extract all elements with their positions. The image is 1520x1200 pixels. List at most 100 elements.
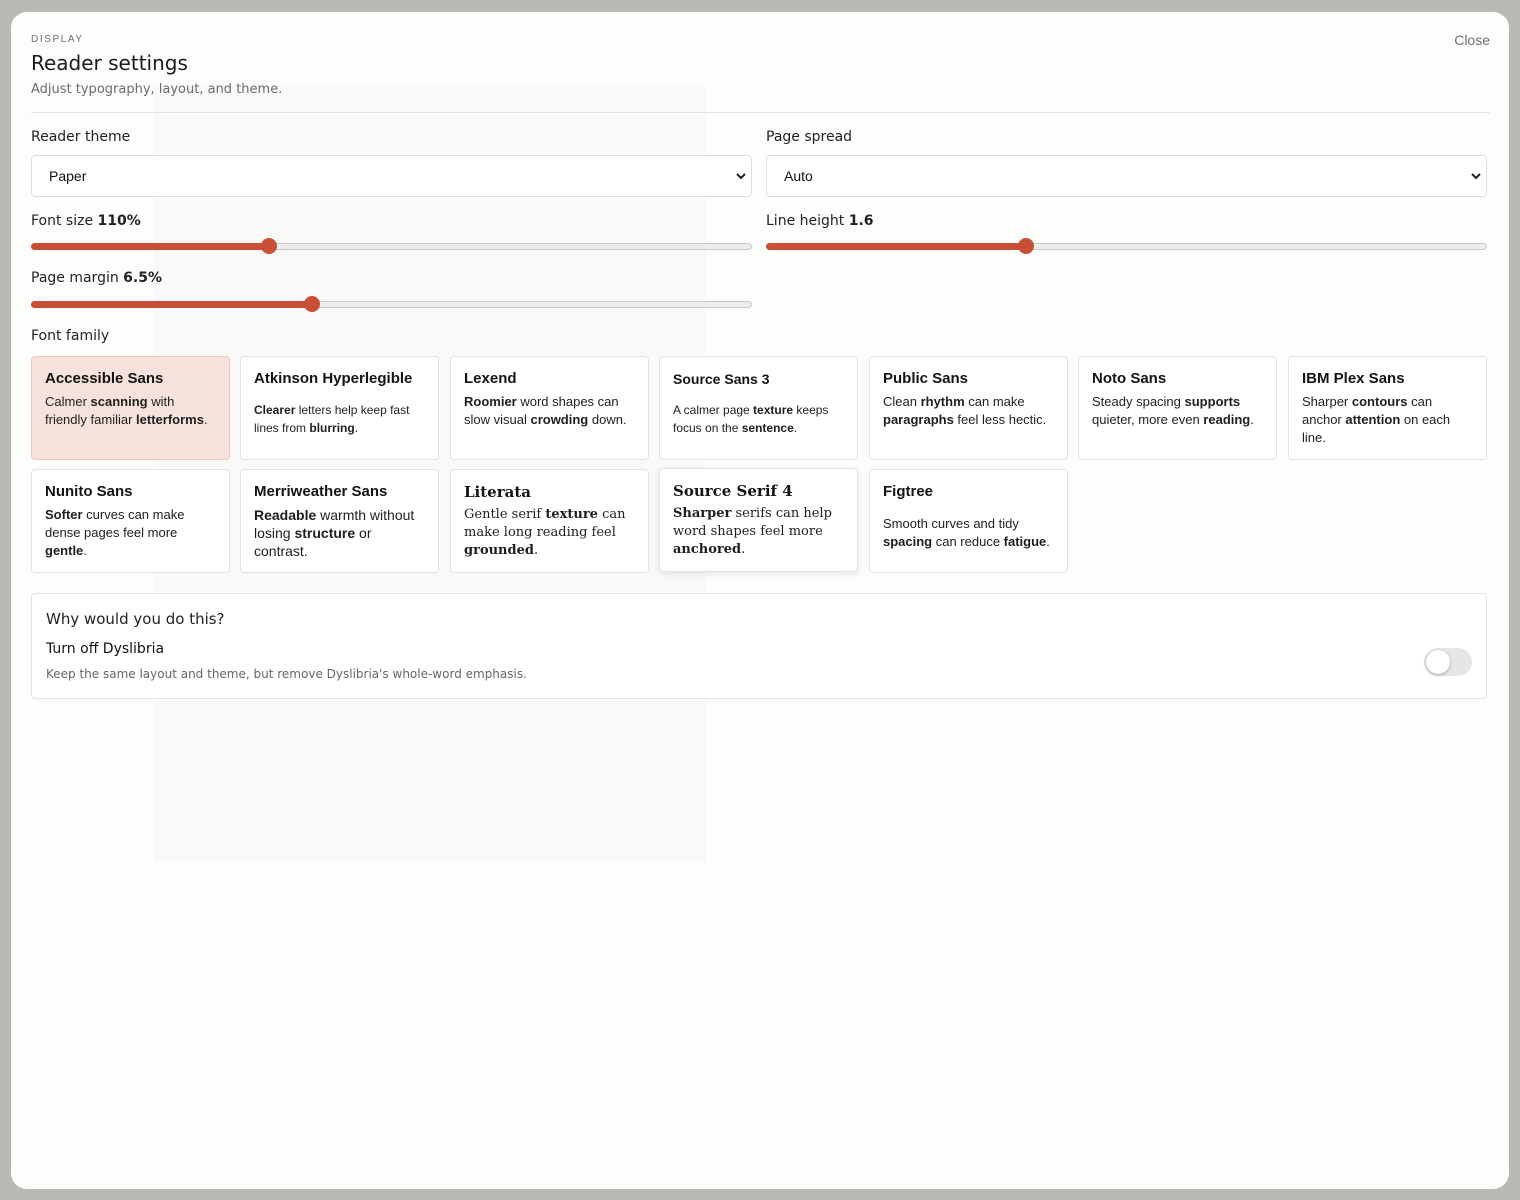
font-size-label: Font size 110% [31, 213, 141, 229]
slider-fill [31, 243, 269, 250]
emphasized-word: gentle [45, 543, 84, 558]
emphasized-word: blurring [309, 421, 355, 435]
dyslibria-toggle-panel: Why would you do this? Turn off Dyslibri… [31, 593, 1487, 699]
page-margin-slider[interactable] [31, 295, 752, 313]
font-card-public-sans[interactable]: Public Sans Clean rhythm can make paragr… [869, 356, 1068, 460]
font-size-label-text: Font size [31, 213, 94, 229]
header-divider [31, 112, 1490, 113]
emphasized-word: spacing [883, 534, 933, 549]
description-text: Sharper [1302, 394, 1352, 409]
dialog-title: Reader settings [31, 51, 188, 75]
line-height-label: Line height 1.6 [766, 213, 874, 229]
emphasized-word: Softer [45, 507, 83, 522]
emphasized-word: texture [753, 403, 794, 417]
dialog-subtitle: Adjust typography, layout, and theme. [31, 82, 283, 97]
page-margin-value: 6.5% [123, 270, 162, 286]
description-text: . [83, 543, 87, 558]
description-text: . [354, 421, 359, 435]
font-card-accessible-sans[interactable]: Accessible Sans Calmer scanning with fri… [31, 356, 230, 460]
toggle-description: Keep the same layout and theme, but remo… [46, 667, 527, 681]
font-card-description: Clearer letters help keep fast lines fro… [254, 401, 425, 437]
emphasized-word: paragraphs [883, 412, 954, 427]
font-card-name: Source Sans 3 [673, 371, 770, 387]
font-card-description: Gentle serif texture can make long readi… [464, 506, 635, 560]
description-text: feel less hectic. [953, 412, 1047, 427]
description-text: . [793, 421, 798, 435]
description-text: . [1250, 412, 1254, 427]
page-margin-label: Page margin 6.5% [31, 270, 162, 286]
line-height-slider[interactable] [766, 237, 1487, 255]
font-card-description: Softer curves can make dense pages feel … [45, 506, 216, 560]
font-card-figtree[interactable]: Figtree Smooth curves and tidy spacing c… [869, 469, 1068, 573]
toggle-knob [1426, 650, 1450, 674]
description-text: . [203, 412, 208, 427]
description-text: can make [964, 394, 1025, 409]
description-text: Smooth curves and tidy [883, 516, 1019, 531]
description-text: . [741, 542, 746, 557]
font-card-name: Literata [464, 483, 531, 501]
slider-thumb[interactable] [304, 296, 321, 312]
font-card-description: Readable warmth without losing structure… [254, 506, 425, 560]
emphasized-word: Sharper [673, 506, 732, 521]
page-spread-select[interactable]: Auto [766, 155, 1487, 197]
description-text: A calmer page [673, 403, 754, 417]
font-card-nunito-sans[interactable]: Nunito Sans Softer curves can make dense… [31, 469, 230, 573]
font-card-noto-sans[interactable]: Noto Sans Steady spacing supports quiete… [1078, 356, 1277, 460]
font-card-lexend[interactable]: Lexend Roomier word shapes can slow visu… [450, 356, 649, 460]
emphasized-word: attention [1345, 412, 1401, 427]
line-height-value: 1.6 [848, 213, 874, 229]
description-text: Gentle serif [464, 507, 546, 522]
font-card-source-serif-4[interactable]: Source Serif 4 Sharper serifs can help w… [659, 468, 858, 572]
description-text: can reduce [932, 534, 1004, 549]
description-text: . [533, 543, 539, 558]
emphasized-word: grounded [464, 543, 534, 558]
chevron-down-icon [1471, 173, 1481, 180]
dyslibria-toggle[interactable] [1424, 648, 1472, 676]
description-text: . [1046, 534, 1050, 549]
font-card-atkinson-hyperlegible[interactable]: Atkinson Hyperlegible Clearer letters he… [240, 356, 439, 460]
reader-theme-label: Reader theme [31, 129, 131, 145]
font-card-name: Source Serif 4 [673, 482, 793, 500]
font-card-ibm-plex-sans[interactable]: IBM Plex Sans Sharper contours can ancho… [1288, 356, 1487, 460]
reader-settings-dialog: DISPLAY Reader settings Adjust typograph… [11, 12, 1509, 1189]
font-card-source-sans-3[interactable]: Source Sans 3 A calmer page texture keep… [659, 356, 858, 460]
slider-thumb[interactable] [260, 238, 277, 254]
font-card-description: Roomier word shapes can slow visual crow… [464, 393, 635, 429]
font-card-name: Accessible Sans [45, 370, 164, 387]
slider-fill [766, 243, 1026, 250]
font-size-value: 110% [97, 213, 141, 229]
font-card-name: Figtree [883, 483, 934, 500]
font-size-slider[interactable] [31, 237, 752, 255]
why-question: Why would you do this? [46, 610, 225, 628]
reader-theme-select[interactable]: Paper [31, 155, 752, 197]
emphasized-word: structure [294, 525, 356, 541]
font-card-merriweather-sans[interactable]: Merriweather Sans Readable warmth withou… [240, 469, 439, 573]
close-button[interactable]: Close [1454, 32, 1490, 48]
font-card-description: Smooth curves and tidy spacing can reduc… [883, 515, 1054, 551]
emphasized-word: Readable [254, 507, 317, 523]
font-card-description: Sharper serifs can help word shapes feel… [673, 505, 844, 559]
slider-thumb[interactable] [1017, 238, 1034, 254]
description-text: down. [588, 412, 627, 427]
font-card-description: Steady spacing supports quieter, more ev… [1092, 393, 1263, 429]
font-card-name: Noto Sans [1092, 370, 1167, 387]
emphasized-word: letterforms [136, 412, 204, 427]
font-card-description: Calmer scanning with friendly familiar l… [45, 393, 216, 429]
font-family-label: Font family [31, 328, 110, 344]
line-height-label-text: Line height [766, 213, 845, 229]
emphasized-word: Roomier [464, 394, 517, 409]
description-text: Steady spacing [1092, 394, 1185, 409]
emphasized-word: fatigue [1003, 534, 1047, 549]
emphasized-word: reading [1203, 412, 1251, 427]
slider-fill [31, 301, 313, 308]
page-margin-label-text: Page margin [31, 270, 119, 286]
font-card-name: Atkinson Hyperlegible [254, 370, 413, 387]
page-spread-label: Page spread [766, 129, 853, 145]
font-card-description: A calmer page texture keeps focus on the… [673, 401, 844, 437]
font-card-name: Merriweather Sans [254, 483, 388, 500]
emphasized-word: sentence [741, 421, 794, 435]
description-text: Clean [883, 394, 921, 409]
emphasized-word: crowding [530, 412, 589, 427]
font-card-literata[interactable]: Literata Gentle serif texture can make l… [450, 469, 649, 573]
font-card-description: Clean rhythm can make paragraphs feel le… [883, 393, 1054, 429]
